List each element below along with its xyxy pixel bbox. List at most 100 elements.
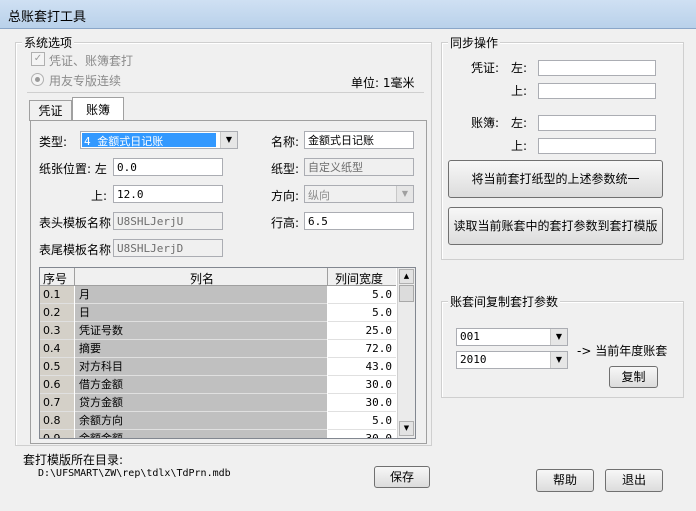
row-column-width[interactable]: 25.0 [328, 322, 396, 340]
direction-select[interactable]: 纵向 ▼ [304, 185, 414, 203]
sync-ledger-label: 账簿: [471, 116, 500, 130]
copy-button[interactable]: 复制 [609, 366, 658, 388]
row-height-field[interactable]: 6.5 [304, 212, 414, 230]
top-margin-field[interactable]: 12.0 [113, 185, 223, 203]
row-column-name: 借方金额 [75, 376, 327, 394]
table-row[interactable]: 0.3 凭证号数 25.0 [40, 322, 396, 340]
chevron-down-icon: ▼ [550, 352, 567, 368]
row-no: 0.1 [40, 286, 74, 304]
sync-voucher-left-label: 左: [511, 61, 528, 75]
chevron-down-icon: ▼ [220, 132, 237, 148]
voucher-ledger-checkbox[interactable]: ✓ [31, 52, 45, 66]
row-column-name: 摘要 [75, 340, 327, 358]
row-column-width[interactable]: 5.0 [328, 412, 396, 430]
title-bar: 总账套打工具 [0, 0, 696, 29]
table-row[interactable]: 0.5 对方科目 43.0 [40, 358, 396, 376]
chevron-down-icon: ▼ [550, 329, 567, 345]
grid-header-no: 序号 [43, 272, 68, 286]
voucher-top-field[interactable] [538, 83, 656, 99]
row-column-name: 余额金额 [75, 430, 327, 438]
scroll-thumb[interactable] [399, 285, 414, 302]
direction-label: 方向: [271, 189, 300, 203]
account-select[interactable]: 001 ▼ [456, 328, 568, 346]
name-field[interactable]: 金额式日记账 [304, 131, 414, 149]
table-row[interactable]: 0.8 余额方向 5.0 [40, 412, 396, 430]
row-no: 0.9 [40, 430, 74, 438]
read-params-button-label: 读取当前账套中的套打参数到套打模版 [453, 219, 658, 233]
unit-label: 单位: 1毫米 [351, 76, 415, 90]
paper-position-left-label: 纸张位置: 左 [39, 162, 107, 176]
help-button-label: 帮助 [552, 473, 577, 487]
voucher-ledger-checkbox-label: 凭证、账簿套打 [49, 54, 134, 68]
row-column-width[interactable]: 30.0 [328, 430, 396, 438]
grid-header: 序号 列名 列间宽度 [40, 268, 396, 286]
row-column-name: 月 [75, 286, 327, 304]
row-column-name: 余额方向 [75, 412, 327, 430]
direction-select-value: 纵向 [308, 189, 330, 202]
table-row[interactable]: 0.7 贷方金额 30.0 [40, 394, 396, 412]
row-no: 0.8 [40, 412, 74, 430]
sync-ledger-left-label: 左: [511, 116, 528, 130]
window-title: 总账套打工具 [8, 10, 87, 25]
voucher-left-field[interactable] [538, 60, 656, 76]
row-no: 0.2 [40, 304, 74, 322]
row-column-width[interactable]: 72.0 [328, 340, 396, 358]
yonyou-continuous-radio[interactable] [31, 73, 44, 86]
template-dir-label: 套打模版所在目录: [23, 453, 124, 467]
table-row[interactable]: 0.6 借方金额 30.0 [40, 376, 396, 394]
grid-header-divider [74, 268, 75, 285]
row-no: 0.3 [40, 322, 74, 340]
template-dir-path: D:\UFSMART\ZW\rep\tdlx\TdPrn.mdb [38, 468, 231, 479]
copy-params-legend: 账套间复制套打参数 [448, 293, 561, 310]
year-select[interactable]: 2010 ▼ [456, 351, 568, 369]
table-row[interactable]: 0.9 余额金额 30.0 [40, 430, 396, 438]
paper-type-field: 自定义纸型 [304, 158, 414, 176]
row-column-width[interactable]: 5.0 [328, 304, 396, 322]
unify-params-button[interactable]: 将当前套打纸型的上述参数统一 [448, 160, 663, 198]
ledger-left-field[interactable] [538, 115, 656, 131]
row-no: 0.5 [40, 358, 74, 376]
left-margin-field[interactable]: 0.0 [113, 158, 223, 176]
help-button[interactable]: 帮助 [536, 469, 594, 492]
sync-voucher-label: 凭证: [471, 61, 500, 75]
copy-button-label: 复制 [621, 370, 646, 384]
header-template-label: 表头模板名称 [39, 216, 112, 230]
grid-header-name: 列名 [190, 272, 215, 286]
year-select-value: 2010 [460, 353, 487, 366]
scroll-up-icon[interactable]: ▲ [399, 269, 414, 284]
sync-ledger-top-label: 上: [511, 139, 528, 153]
system-options-legend: 系统选项 [22, 34, 75, 51]
name-label: 名称: [271, 135, 300, 149]
scroll-down-icon[interactable]: ▼ [399, 421, 414, 436]
footer-template-label: 表尾模板名称 [39, 243, 112, 257]
ledger-top-field[interactable] [538, 138, 656, 154]
header-template-field: U8SHLJerjU [113, 212, 223, 230]
row-column-width[interactable]: 30.0 [328, 394, 396, 412]
save-button[interactable]: 保存 [374, 466, 430, 488]
grid-header-width: 列间宽度 [335, 272, 384, 286]
row-column-name: 贷方金额 [75, 394, 327, 412]
current-year-account-text: -> 当前年度账套 [577, 344, 668, 358]
column-grid[interactable]: 序号 列名 列间宽度 0.1 月 5.0 0.2 日 5.0 0.3 凭证号数 25.0 0.4 摘… [39, 267, 416, 439]
row-no: 0.4 [40, 340, 74, 358]
tab-ledger-label: 账簿 [85, 103, 110, 117]
type-select[interactable]: 4 金额式日记账 ▼ [80, 131, 238, 149]
row-column-width[interactable]: 43.0 [328, 358, 396, 376]
table-row[interactable]: 0.1 月 5.0 [40, 286, 396, 304]
tab-voucher[interactable]: 凭证 [29, 100, 72, 121]
grid-scrollbar[interactable]: ▲ ▼ [397, 268, 415, 438]
exit-button[interactable]: 退出 [605, 469, 663, 492]
chevron-down-icon: ▼ [396, 186, 413, 202]
type-select-value: 4 金额式日记账 [84, 135, 164, 148]
row-column-width[interactable]: 5.0 [328, 286, 396, 304]
unify-params-button-label: 将当前套打纸型的上述参数统一 [471, 172, 640, 186]
tab-ledger[interactable]: 账簿 [72, 97, 124, 122]
sync-legend: 同步操作 [448, 34, 501, 51]
read-params-button[interactable]: 读取当前账套中的套打参数到套打模版 [448, 207, 663, 245]
table-row[interactable]: 0.4 摘要 72.0 [40, 340, 396, 358]
row-column-width[interactable]: 30.0 [328, 376, 396, 394]
options-inner-frame [27, 92, 424, 94]
table-row[interactable]: 0.2 日 5.0 [40, 304, 396, 322]
exit-button-label: 退出 [621, 473, 646, 487]
save-button-label: 保存 [389, 470, 414, 484]
